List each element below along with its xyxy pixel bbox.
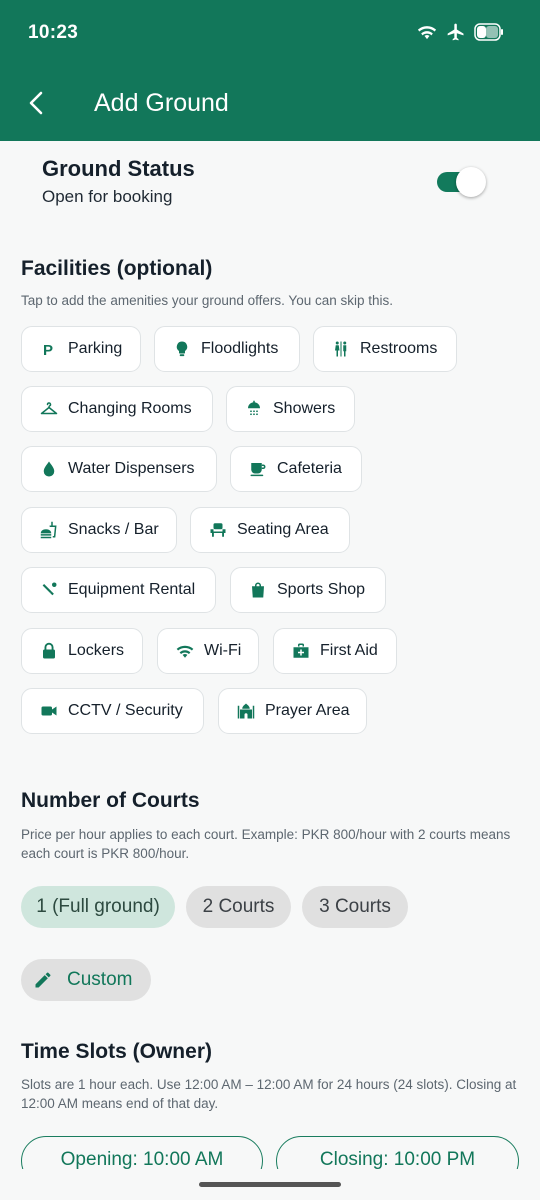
facility-chip-cctv-security[interactable]: CCTV / Security bbox=[21, 688, 204, 734]
gesture-nav-bar bbox=[0, 1169, 540, 1200]
sports-equipment-icon bbox=[40, 581, 58, 599]
facility-chip-sports-shop[interactable]: Sports Shop bbox=[230, 567, 386, 613]
facility-label: Showers bbox=[273, 400, 336, 417]
facility-label: Water Dispensers bbox=[68, 460, 195, 477]
facility-chip-lockers[interactable]: Lockers bbox=[21, 628, 143, 674]
facility-chip-water-dispensers[interactable]: Water Dispensers bbox=[21, 446, 217, 492]
time-slots-description: Slots are 1 hour each. Use 12:00 AM – 12… bbox=[21, 1077, 517, 1111]
ground-status-subtitle: Open for booking bbox=[42, 187, 173, 206]
facility-chip-equipment-rental[interactable]: Equipment Rental bbox=[21, 567, 216, 613]
battery-icon bbox=[474, 23, 503, 41]
facility-label: Parking bbox=[68, 340, 123, 357]
facility-chip-showers[interactable]: Showers bbox=[226, 386, 355, 432]
courts-option-3[interactable]: 3 Courts bbox=[302, 886, 408, 928]
status-bar: 10:23 bbox=[0, 0, 540, 66]
facility-label: Restrooms bbox=[360, 340, 438, 357]
facility-chip-cafeteria[interactable]: Cafeteria bbox=[230, 446, 362, 492]
shopping-bag-icon bbox=[249, 581, 267, 599]
facility-chip-changing-rooms[interactable]: Changing Rooms bbox=[21, 386, 213, 432]
wifi-icon bbox=[176, 642, 194, 660]
facility-chip-parking[interactable]: P Parking bbox=[21, 326, 141, 372]
facility-chip-floodlights[interactable]: Floodlights bbox=[154, 326, 300, 372]
closing-time-button[interactable]: Closing: 10:00 PM bbox=[276, 1136, 519, 1169]
opening-time-button[interactable]: Opening: 10:00 AM bbox=[21, 1136, 263, 1169]
parking-icon: P bbox=[40, 340, 58, 358]
courts-description: Price per hour applies to each court. Ex… bbox=[21, 827, 511, 861]
back-arrow-icon[interactable] bbox=[22, 88, 52, 118]
page-title: Add Ground bbox=[94, 89, 229, 117]
home-indicator[interactable] bbox=[199, 1182, 341, 1187]
facility-label: Sports Shop bbox=[277, 581, 366, 598]
status-time: 10:23 bbox=[28, 22, 79, 43]
facilities-description: Tap to add the amenities your ground off… bbox=[21, 293, 393, 308]
courts-custom-button[interactable]: Custom bbox=[21, 959, 151, 1001]
facility-label: Floodlights bbox=[201, 340, 279, 357]
time-slots-title: Time Slots (Owner) bbox=[21, 1040, 212, 1063]
courts-title: Number of Courts bbox=[21, 789, 200, 812]
ground-status-toggle[interactable] bbox=[436, 167, 486, 197]
facility-label: Seating Area bbox=[237, 521, 329, 538]
facility-chip-first-aid[interactable]: First Aid bbox=[273, 628, 397, 674]
toggle-thumb bbox=[456, 167, 486, 197]
facility-label: Lockers bbox=[68, 642, 125, 659]
hanger-icon bbox=[40, 400, 58, 418]
svg-text:P: P bbox=[43, 342, 53, 358]
courts-option-1[interactable]: 1 (Full ground) bbox=[21, 886, 175, 928]
facility-label: CCTV / Security bbox=[68, 702, 183, 719]
facility-chip-snacks-bar[interactable]: Snacks / Bar bbox=[21, 507, 177, 553]
medical-bag-icon bbox=[292, 642, 310, 660]
fastfood-icon bbox=[40, 521, 58, 539]
facility-label: Prayer Area bbox=[265, 702, 350, 719]
facility-chip-wifi[interactable]: Wi-Fi bbox=[157, 628, 259, 674]
system-icons bbox=[416, 22, 504, 42]
videocam-icon bbox=[40, 702, 58, 720]
lock-icon bbox=[40, 642, 58, 660]
airplane-mode-icon bbox=[447, 23, 464, 41]
coffee-icon bbox=[249, 460, 267, 478]
form-content[interactable]: Ground Status Open for booking Facilitie… bbox=[0, 141, 540, 1169]
facility-chip-restrooms[interactable]: Restrooms bbox=[313, 326, 457, 372]
ground-status-title: Ground Status bbox=[42, 156, 195, 181]
custom-label: Custom bbox=[67, 969, 133, 990]
app-bar: Add Ground bbox=[0, 66, 540, 141]
facility-label: Wi-Fi bbox=[204, 642, 242, 659]
facility-label: Snacks / Bar bbox=[68, 521, 159, 538]
facilities-title: Facilities (optional) bbox=[21, 257, 213, 280]
facility-label: First Aid bbox=[320, 642, 378, 659]
facility-chip-seating-area[interactable]: Seating Area bbox=[190, 507, 350, 553]
facility-chip-prayer-area[interactable]: Prayer Area bbox=[218, 688, 367, 734]
seat-icon bbox=[209, 521, 227, 539]
courts-option-2[interactable]: 2 Courts bbox=[186, 886, 291, 928]
mosque-icon bbox=[237, 702, 255, 720]
facility-label: Equipment Rental bbox=[68, 581, 196, 598]
facility-label: Cafeteria bbox=[277, 460, 342, 477]
water-drop-icon bbox=[40, 460, 58, 478]
restroom-icon bbox=[332, 340, 350, 358]
facility-label: Changing Rooms bbox=[68, 400, 192, 417]
wifi-status-icon bbox=[417, 26, 437, 40]
edit-pencil-icon bbox=[35, 972, 51, 988]
shower-icon bbox=[245, 400, 263, 418]
lightbulb-icon bbox=[173, 340, 191, 358]
